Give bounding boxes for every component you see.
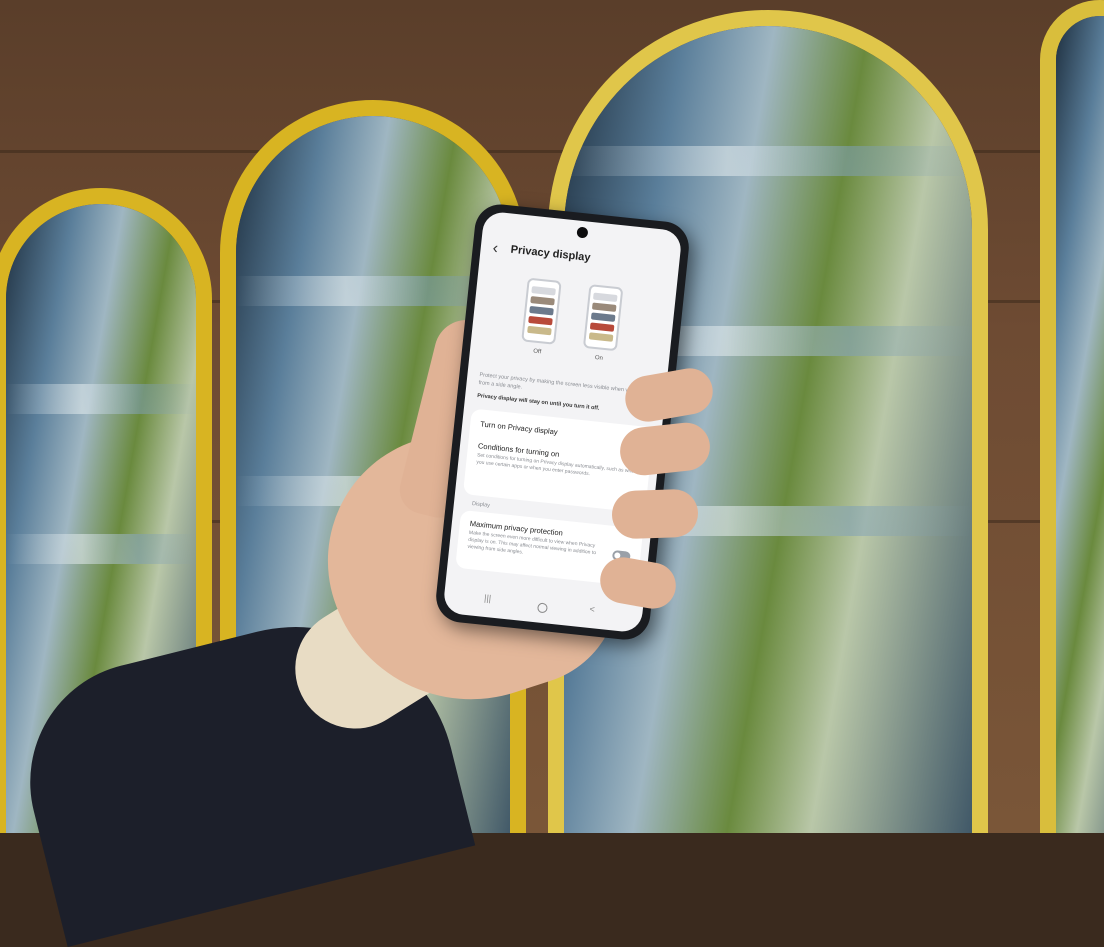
phone-preview-off: [521, 277, 562, 345]
preview-label-off: Off: [532, 348, 542, 356]
front-camera: [576, 226, 589, 239]
setting-title: Turn on Privacy display: [479, 419, 559, 437]
setting-row-max-privacy[interactable]: Maximum privacy protection Make the scre…: [467, 519, 609, 565]
section-label: Display: [471, 500, 491, 509]
recents-button[interactable]: |||: [484, 593, 492, 604]
setting-row-turn-on[interactable]: Turn on Privacy display: [480, 419, 643, 445]
phone-preview-on: [582, 284, 624, 352]
setting-row-conditions[interactable]: Conditions for turning on Set conditions…: [476, 441, 641, 483]
privacy-illustration: Off On: [469, 272, 676, 378]
app-bar: ‹ Privacy display: [479, 237, 679, 282]
preview-label-on: On: [594, 355, 604, 362]
home-button[interactable]: [536, 602, 548, 614]
hand-finger: [611, 488, 699, 540]
page-title: Privacy display: [510, 243, 592, 264]
window-arch: [1040, 0, 1104, 833]
back-button[interactable]: <: [589, 604, 595, 614]
chevron-left-icon[interactable]: ‹: [492, 240, 508, 259]
